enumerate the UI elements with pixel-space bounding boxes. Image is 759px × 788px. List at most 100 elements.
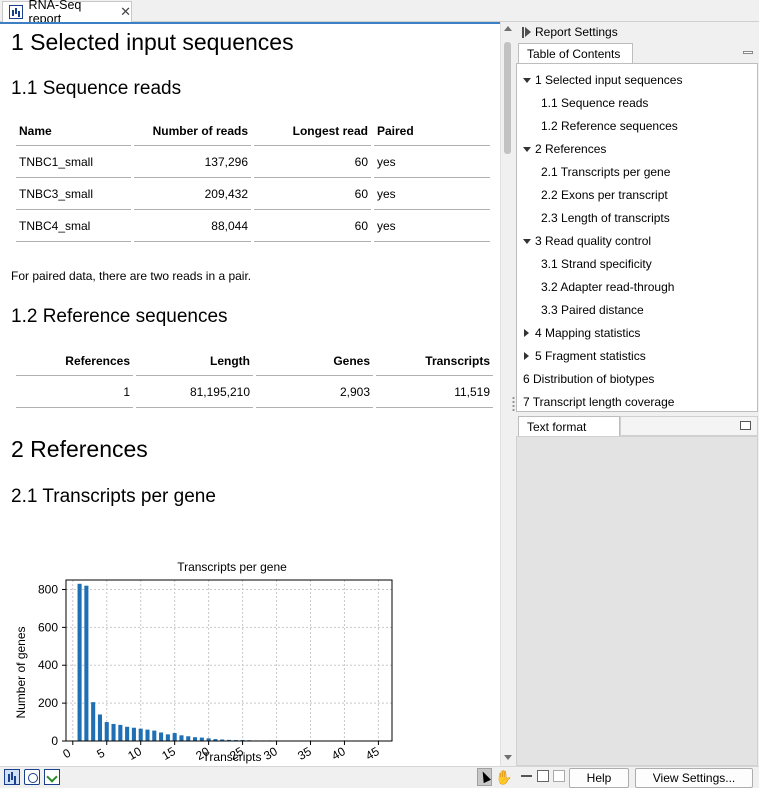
chart-bar: [145, 729, 150, 741]
chart-bar: [159, 732, 164, 741]
toc-item[interactable]: 3.1 Strand specificity: [541, 256, 652, 272]
float-icon[interactable]: [553, 770, 565, 782]
toc-item[interactable]: 3 Read quality control: [523, 233, 651, 249]
column-header: Longest read: [254, 116, 371, 146]
splitter-grip-icon[interactable]: [512, 396, 515, 412]
column-header: Genes: [256, 346, 373, 376]
y-tick-label: 400: [38, 658, 58, 672]
table-row: TNBC3_small 209,432 60 yes: [16, 178, 490, 210]
section-title-references: 2 References: [11, 436, 148, 462]
expand-right-icon[interactable]: [524, 352, 529, 360]
table-cell: 137,296: [134, 146, 251, 178]
x-tick-label: 15: [159, 744, 178, 763]
chart-bar: [118, 724, 123, 741]
toc-item[interactable]: 2 References: [523, 141, 606, 157]
scroll-down-icon[interactable]: [504, 755, 512, 760]
column-header: Name: [16, 116, 131, 146]
pan-mode-icon[interactable]: ✋: [495, 769, 512, 786]
x-tick-label: 5: [94, 746, 107, 762]
chart-bar: [104, 722, 109, 741]
toc-item[interactable]: 3.3 Paired distance: [541, 302, 644, 318]
toc-item-label: 3.1 Strand specificity: [541, 257, 652, 271]
table-cell: 60: [254, 210, 371, 242]
toc-item[interactable]: 5 Fragment statistics: [523, 348, 646, 364]
scroll-up-icon[interactable]: [504, 26, 512, 31]
table-header-row: References Length Genes Transcripts: [16, 346, 493, 376]
table-header-row: Name Number of reads Longest read Paired: [16, 116, 490, 146]
toc-item[interactable]: 2.2 Exons per transcript: [541, 187, 668, 203]
chart-title: Transcripts per gene: [177, 560, 287, 574]
table-of-contents: 1 Selected input sequences 1.1 Sequence r…: [516, 63, 758, 412]
column-header: Number of reads: [134, 116, 251, 146]
tab-table-of-contents[interactable]: Table of Contents: [518, 43, 633, 63]
section-title-transcripts: 2.1 Transcripts per gene: [11, 486, 216, 507]
tab-rna-seq-report[interactable]: RNA-Seq report ✕: [2, 0, 132, 26]
table-row: 1 81,195,210 2,903 11,519: [16, 376, 493, 408]
table-cell: 2,903: [256, 376, 373, 408]
expand-down-icon[interactable]: [523, 238, 531, 244]
text-format-panel: [516, 436, 758, 766]
toc-item-label: 7 Transcript length coverage: [523, 395, 675, 409]
table-cell: TNBC1_small: [16, 146, 131, 178]
table-cell: 60: [254, 178, 371, 210]
element-info-icon[interactable]: [24, 769, 40, 785]
tab-text-format[interactable]: Text format: [518, 416, 620, 436]
toc-item[interactable]: 1.2 Reference sequences: [541, 118, 678, 134]
y-axis-label: Number of genes: [14, 626, 28, 718]
folder-icon[interactable]: [740, 421, 751, 430]
chart-bar: [152, 730, 157, 741]
toc-item-label: 1.2 Reference sequences: [541, 119, 678, 133]
chart-bar: [97, 714, 102, 741]
report-scrollbar[interactable]: [500, 22, 513, 766]
plot-area: [66, 580, 392, 741]
y-tick-label: 0: [51, 734, 58, 748]
text-format-tab-bar: [620, 416, 758, 436]
column-header: Length: [136, 346, 253, 376]
toc-item[interactable]: 6 Distribution of biotypes: [523, 371, 654, 387]
column-header: Transcripts: [376, 346, 493, 376]
expand-arrow-icon: [525, 27, 531, 37]
history-icon[interactable]: [44, 769, 60, 785]
minimize-icon[interactable]: [743, 51, 753, 54]
toc-item-label: 2 References: [535, 142, 607, 156]
close-icon[interactable]: ✕: [120, 4, 131, 20]
help-button[interactable]: Help: [569, 768, 629, 788]
toc-item[interactable]: 4 Mapping statistics: [523, 325, 640, 341]
y-tick-label: 200: [38, 696, 58, 710]
section-title-refs: 1.2 Reference sequences: [11, 306, 228, 327]
scrollbar-thumb[interactable]: [504, 42, 511, 154]
section-title-input: 1 Selected input sequences: [11, 29, 294, 55]
report-view: 1 Selected input sequences 1.1 Sequence …: [0, 22, 500, 766]
expand-right-icon[interactable]: [524, 329, 529, 337]
view-settings-button[interactable]: View Settings...: [635, 768, 753, 788]
toc-item[interactable]: 1 Selected input sequences: [523, 72, 682, 88]
minimize-icon[interactable]: [521, 770, 533, 782]
toc-item-label: 2.1 Transcripts per gene: [541, 165, 671, 179]
toc-item[interactable]: 1.1 Sequence reads: [541, 95, 648, 111]
report-view-icon[interactable]: [4, 769, 20, 785]
chart-bar: [77, 583, 82, 741]
maximize-icon[interactable]: [537, 770, 549, 782]
reads-table: Name Number of reads Longest read Paired…: [13, 116, 493, 242]
expand-down-icon[interactable]: [523, 77, 531, 83]
selection-mode-icon[interactable]: [477, 768, 492, 786]
report-settings-header[interactable]: Report Settings: [516, 22, 759, 42]
table-cell: 60: [254, 146, 371, 178]
app-window: RNA-Seq report ✕ 1 Selected input sequen…: [0, 0, 759, 788]
chart-bar: [165, 734, 170, 741]
x-tick-label: 10: [125, 744, 144, 763]
toc-item[interactable]: 7 Transcript length coverage: [523, 394, 674, 410]
toc-item-label: 3 Read quality control: [535, 234, 652, 248]
toc-item[interactable]: 2.3 Length of transcripts: [541, 210, 670, 226]
table-cell: yes: [374, 178, 490, 210]
table-row: TNBC1_small 137,296 60 yes: [16, 146, 490, 178]
toc-item[interactable]: 3.2 Adapter read-through: [541, 279, 674, 295]
report-icon: [9, 5, 23, 19]
toc-item-label: 3.3 Paired distance: [541, 303, 644, 317]
table-cell: 209,432: [134, 178, 251, 210]
expand-down-icon[interactable]: [523, 146, 531, 152]
table-cell: 1: [16, 376, 133, 408]
toc-item[interactable]: 2.1 Transcripts per gene: [541, 164, 670, 180]
editor-tab-bar: RNA-Seq report ✕: [0, 0, 759, 26]
bottom-toolbar: ✋ Help View Settings...: [0, 766, 759, 788]
